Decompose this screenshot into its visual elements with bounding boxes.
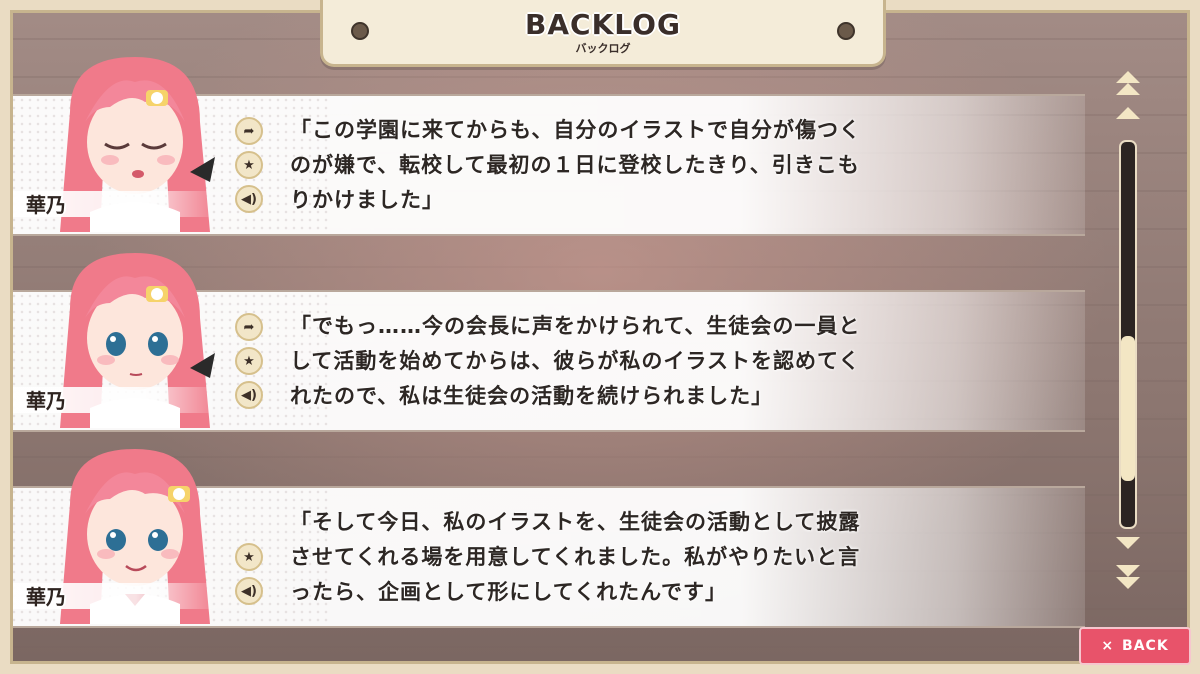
title-plate: BACKLOG バックログ [320, 0, 886, 67]
page-title: BACKLOG [525, 8, 681, 41]
dialogue-line: 「そして今日、私のイラストを、生徒会の活動として披露 [290, 510, 861, 534]
dialogue-line: ったら、企画として形にしてくれたんです」 [290, 580, 728, 604]
scroll-to-top-button[interactable] [1110, 69, 1146, 95]
dialogue-line: 「この学園に来てからも、自分のイラストで自分が傷つく [290, 118, 861, 142]
scroll-down-button[interactable] [1110, 535, 1146, 553]
speaker-name: 華乃 [26, 193, 66, 217]
scroll-up-button[interactable] [1110, 105, 1146, 123]
backlog-entry[interactable]: 華乃 ➦ ★ ◀) 「でもっ……今の会長に声をかけられて、生徒会の一員と して活… [10, 253, 1085, 432]
jump-icon[interactable]: ➦ [235, 117, 263, 145]
chevron-up-icon [1116, 107, 1140, 119]
double-chevron-up-icon [1116, 71, 1140, 83]
voice-replay-icon[interactable]: ◀) [235, 381, 263, 409]
close-icon: × [1101, 638, 1115, 654]
backlog-entry[interactable]: 華乃 ➦ ★ ◀) 「この学園に来てからも、自分のイラストで自分が傷つく のが嫌… [10, 57, 1085, 236]
speaker-name: 華乃 [26, 585, 66, 609]
backlog-entry[interactable]: 華乃 ★ ◀) 「そして今日、私のイラストを、生徒会の活動として披露 させてくれ… [10, 449, 1085, 628]
back-button[interactable]: × BACK [1079, 627, 1191, 665]
double-chevron-down-icon [1116, 565, 1140, 577]
scroll-thumb[interactable] [1121, 336, 1135, 481]
dialogue-line: のが嫌で、転校して最初の１日に登校したきり、引きこも [290, 153, 860, 177]
dialogue-line: れたので、私は生徒会の活動を続けられました」 [290, 384, 774, 408]
dialogue-line: りかけました」 [290, 188, 444, 212]
dialogue-line: 「でもっ……今の会長に声をかけられて、生徒会の一員と [290, 314, 861, 338]
page-subtitle: バックログ [575, 42, 631, 55]
chevron-down-icon [1116, 537, 1140, 549]
star-icon[interactable]: ★ [235, 543, 263, 571]
star-icon[interactable]: ★ [235, 151, 263, 179]
jump-icon[interactable]: ➦ [235, 313, 263, 341]
star-icon[interactable]: ★ [235, 347, 263, 375]
scroll-track[interactable] [1119, 140, 1137, 529]
dialogue-line: して活動を始めてからは、彼らが私のイラストを認めてく [290, 349, 861, 373]
back-button-label: BACK [1122, 638, 1169, 654]
scrollbar[interactable] [1110, 65, 1146, 595]
dialogue-line: させてくれる場を用意してくれました。私がやりたいと言 [290, 545, 861, 569]
voice-replay-icon[interactable]: ◀) [235, 185, 263, 213]
scroll-to-bottom-button[interactable] [1110, 563, 1146, 591]
voice-replay-icon[interactable]: ◀) [235, 577, 263, 605]
speaker-name: 華乃 [26, 389, 66, 413]
